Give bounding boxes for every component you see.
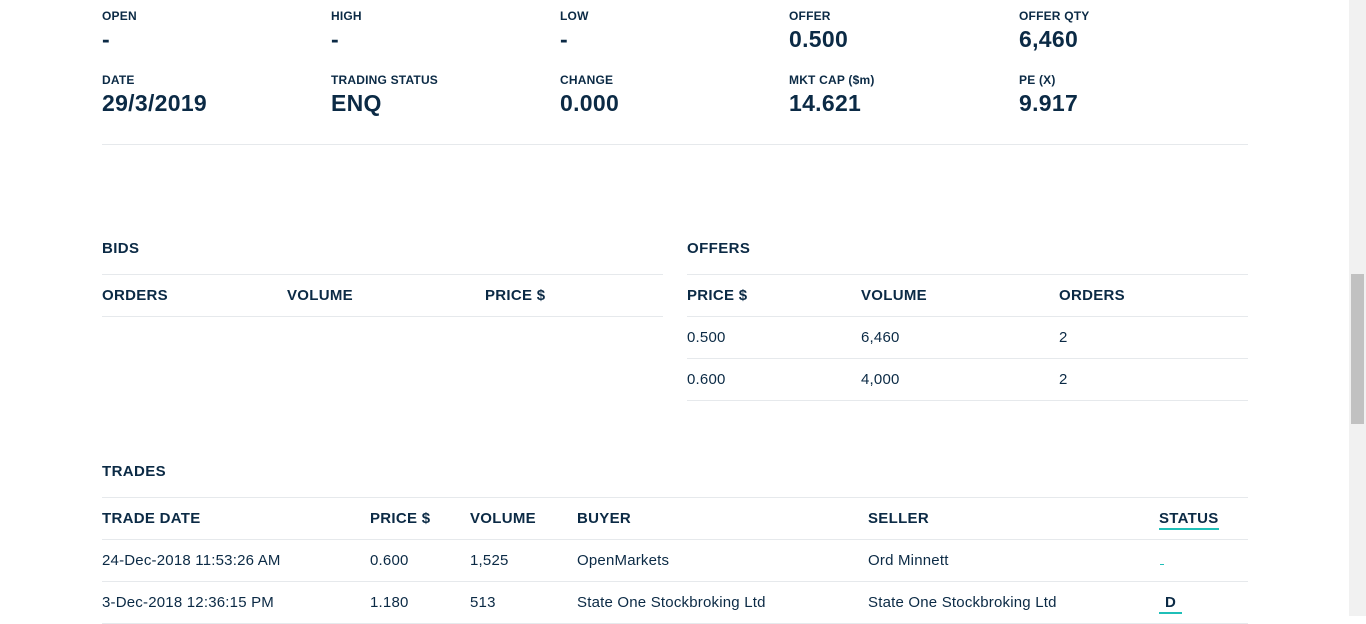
- stat-date: DATE 29/3/2019: [102, 73, 207, 116]
- column-header-price: PRICE $: [370, 497, 470, 540]
- offers-title: OFFERS: [687, 240, 751, 257]
- trade-status[interactable]: D: [1159, 581, 1248, 624]
- stat-pe: PE (X) 9.917: [1019, 73, 1078, 116]
- stat-value: ENQ: [331, 90, 382, 116]
- trade-seller: State One Stockbroking Ltd: [868, 581, 1159, 624]
- stat-change: CHANGE 0.000: [560, 73, 619, 116]
- table-row: 0.500 6,460 2: [687, 316, 1248, 359]
- trades-table: TRADE DATE PRICE $ VOLUME BUYER SELLER S…: [102, 497, 1248, 624]
- stat-mkt-cap: MKT CAP ($m) 14.621: [789, 73, 875, 116]
- stat-label: OPEN: [102, 9, 137, 23]
- trade-seller: Ord Minnett: [868, 539, 1159, 582]
- stat-value: 14.621: [789, 90, 862, 116]
- page-scrollbar[interactable]: [1349, 0, 1366, 616]
- trade-status[interactable]: [1159, 539, 1248, 582]
- column-header-seller: SELLER: [868, 497, 1159, 540]
- column-header-volume: VOLUME: [861, 274, 1059, 317]
- table-row: 24-Dec-2018 11:53:26 AM 0.600 1,525 Open…: [102, 539, 1248, 582]
- stat-label: OFFER: [789, 9, 831, 23]
- stat-open: OPEN -: [102, 9, 137, 52]
- trade-price: 0.600: [370, 539, 470, 582]
- column-header-buyer: BUYER: [577, 497, 868, 540]
- trade-volume: 513: [470, 581, 577, 624]
- stat-value: 29/3/2019: [102, 90, 208, 116]
- trade-buyer: OpenMarkets: [577, 539, 868, 582]
- offer-orders: 2: [1059, 358, 1248, 401]
- column-header-status[interactable]: STATUS: [1159, 497, 1248, 540]
- stat-value: -: [331, 26, 339, 52]
- stat-value: 6,460: [1019, 26, 1079, 52]
- stat-label: LOW: [560, 9, 589, 23]
- column-header-orders: ORDERS: [1059, 274, 1248, 317]
- table-row: 0.600 4,000 2: [687, 358, 1248, 401]
- bids-table: ORDERS VOLUME PRICE $: [102, 274, 663, 317]
- offer-volume: 6,460: [861, 316, 1059, 359]
- bids-title: BIDS: [102, 240, 140, 257]
- stat-low: LOW -: [560, 9, 589, 52]
- scrollbar-thumb[interactable]: [1351, 274, 1364, 424]
- offer-price: 0.500: [687, 316, 861, 359]
- status-link[interactable]: [1160, 554, 1164, 565]
- column-header-orders: ORDERS: [102, 274, 287, 317]
- stat-value: 9.917: [1019, 90, 1079, 116]
- stat-label: PE (X): [1019, 73, 1056, 87]
- table-header-row: ORDERS VOLUME PRICE $: [102, 274, 663, 317]
- stat-label: CHANGE: [560, 73, 614, 87]
- stat-label: OFFER QTY: [1019, 9, 1090, 23]
- stat-label: HIGH: [331, 9, 362, 23]
- trade-date: 24-Dec-2018 11:53:26 AM: [102, 539, 370, 582]
- offer-price: 0.600: [687, 358, 861, 401]
- status-link[interactable]: D: [1159, 594, 1183, 614]
- stat-value: 0.000: [560, 90, 620, 116]
- trade-price: 1.180: [370, 581, 470, 624]
- stat-value: -: [102, 26, 110, 52]
- column-header-price: PRICE $: [687, 274, 861, 317]
- stat-high: HIGH -: [331, 9, 362, 52]
- offer-volume: 4,000: [861, 358, 1059, 401]
- column-header-volume: VOLUME: [287, 274, 485, 317]
- stat-label: DATE: [102, 73, 135, 87]
- summary-divider: [102, 144, 1248, 145]
- column-header-price: PRICE $: [485, 274, 663, 317]
- column-header-volume: VOLUME: [470, 497, 577, 540]
- stat-offer: OFFER 0.500: [789, 9, 848, 52]
- stat-value: -: [560, 26, 568, 52]
- stat-label: MKT CAP ($m): [789, 73, 875, 87]
- status-header-link[interactable]: STATUS: [1159, 510, 1219, 530]
- offers-table: PRICE $ VOLUME ORDERS 0.500 6,460 2 0.60…: [687, 274, 1248, 401]
- stat-label: TRADING STATUS: [331, 73, 439, 87]
- table-row: 3-Dec-2018 12:36:15 PM 1.180 513 State O…: [102, 581, 1248, 624]
- offer-orders: 2: [1059, 316, 1248, 359]
- trade-date: 3-Dec-2018 12:36:15 PM: [102, 581, 370, 624]
- stat-offer-qty: OFFER QTY 6,460: [1019, 9, 1089, 52]
- trade-buyer: State One Stockbroking Ltd: [577, 581, 868, 624]
- table-header-row: TRADE DATE PRICE $ VOLUME BUYER SELLER S…: [102, 497, 1248, 540]
- trade-volume: 1,525: [470, 539, 577, 582]
- table-header-row: PRICE $ VOLUME ORDERS: [687, 274, 1248, 317]
- trades-title: TRADES: [102, 463, 167, 480]
- column-header-trade-date: TRADE DATE: [102, 497, 370, 540]
- stat-value: 0.500: [789, 26, 849, 52]
- stat-trading-status: TRADING STATUS ENQ: [331, 73, 438, 116]
